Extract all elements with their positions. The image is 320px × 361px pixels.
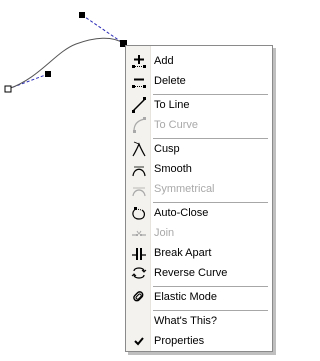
menu-item-label: Cusp xyxy=(154,143,180,155)
checkmark-icon xyxy=(134,337,144,346)
auto-close-icon xyxy=(132,207,145,220)
menu-item-whats-this[interactable]: What's This? xyxy=(126,311,272,331)
menu-item-label: To Curve xyxy=(154,119,199,131)
menu-item-properties[interactable]: Properties xyxy=(126,331,272,351)
menu-item-reverse-curve[interactable]: Reverse Curve xyxy=(126,263,272,283)
menu-item-smooth[interactable]: Smooth xyxy=(126,159,272,179)
menu-item-to-line[interactable]: To Line xyxy=(126,95,272,115)
menu-item-label: Properties xyxy=(154,335,205,347)
to-curve-icon xyxy=(133,117,146,133)
curve-path[interactable] xyxy=(7,37,124,90)
add-node-icon xyxy=(132,55,146,68)
menu-item-break-apart[interactable]: Break Apart xyxy=(126,243,272,263)
menu-item-auto-close[interactable]: Auto-Close xyxy=(126,203,272,223)
control-point[interactable] xyxy=(45,71,51,77)
menu-item-join[interactable]: Join xyxy=(126,223,272,243)
break-apart-icon xyxy=(132,248,146,260)
menu-item-symmetrical[interactable]: Symmetrical xyxy=(126,179,272,199)
menu-item-label: Elastic Mode xyxy=(154,291,217,303)
menu-item-label: Break Apart xyxy=(154,247,212,259)
menu-item-label: Delete xyxy=(154,75,186,87)
menu-item-label: Symmetrical xyxy=(154,183,215,195)
menu-item-label: Add xyxy=(154,55,174,67)
menu-item-label: Smooth xyxy=(154,163,192,175)
symmetrical-icon xyxy=(132,187,146,197)
reverse-curve-icon xyxy=(131,267,147,279)
menu-item-label: Auto-Close xyxy=(154,207,209,219)
menu-item-cusp[interactable]: Cusp xyxy=(126,139,272,159)
menu-item-add[interactable]: Add xyxy=(126,51,272,71)
elastic-mode-icon xyxy=(133,291,144,302)
menu-item-label: What's This? xyxy=(154,315,218,327)
to-line-icon xyxy=(132,97,146,113)
delete-node-icon xyxy=(132,78,146,88)
menu-item-label: Reverse Curve xyxy=(154,267,228,279)
cusp-icon xyxy=(132,141,146,157)
menu-item-delete[interactable]: Delete xyxy=(126,71,272,91)
control-point[interactable] xyxy=(79,12,85,18)
smooth-icon xyxy=(132,166,146,177)
context-menu: Add Delete To Line To Curve Cusp Smooth … xyxy=(125,45,273,352)
menu-item-elastic-mode[interactable]: Elastic Mode xyxy=(126,287,272,307)
join-icon xyxy=(132,230,146,236)
start-node[interactable] xyxy=(4,85,12,93)
menu-item-to-curve[interactable]: To Curve xyxy=(126,115,272,135)
menu-item-label: To Line xyxy=(154,99,190,111)
menu-item-label: Join xyxy=(154,227,175,239)
control-handle-line xyxy=(81,14,124,44)
